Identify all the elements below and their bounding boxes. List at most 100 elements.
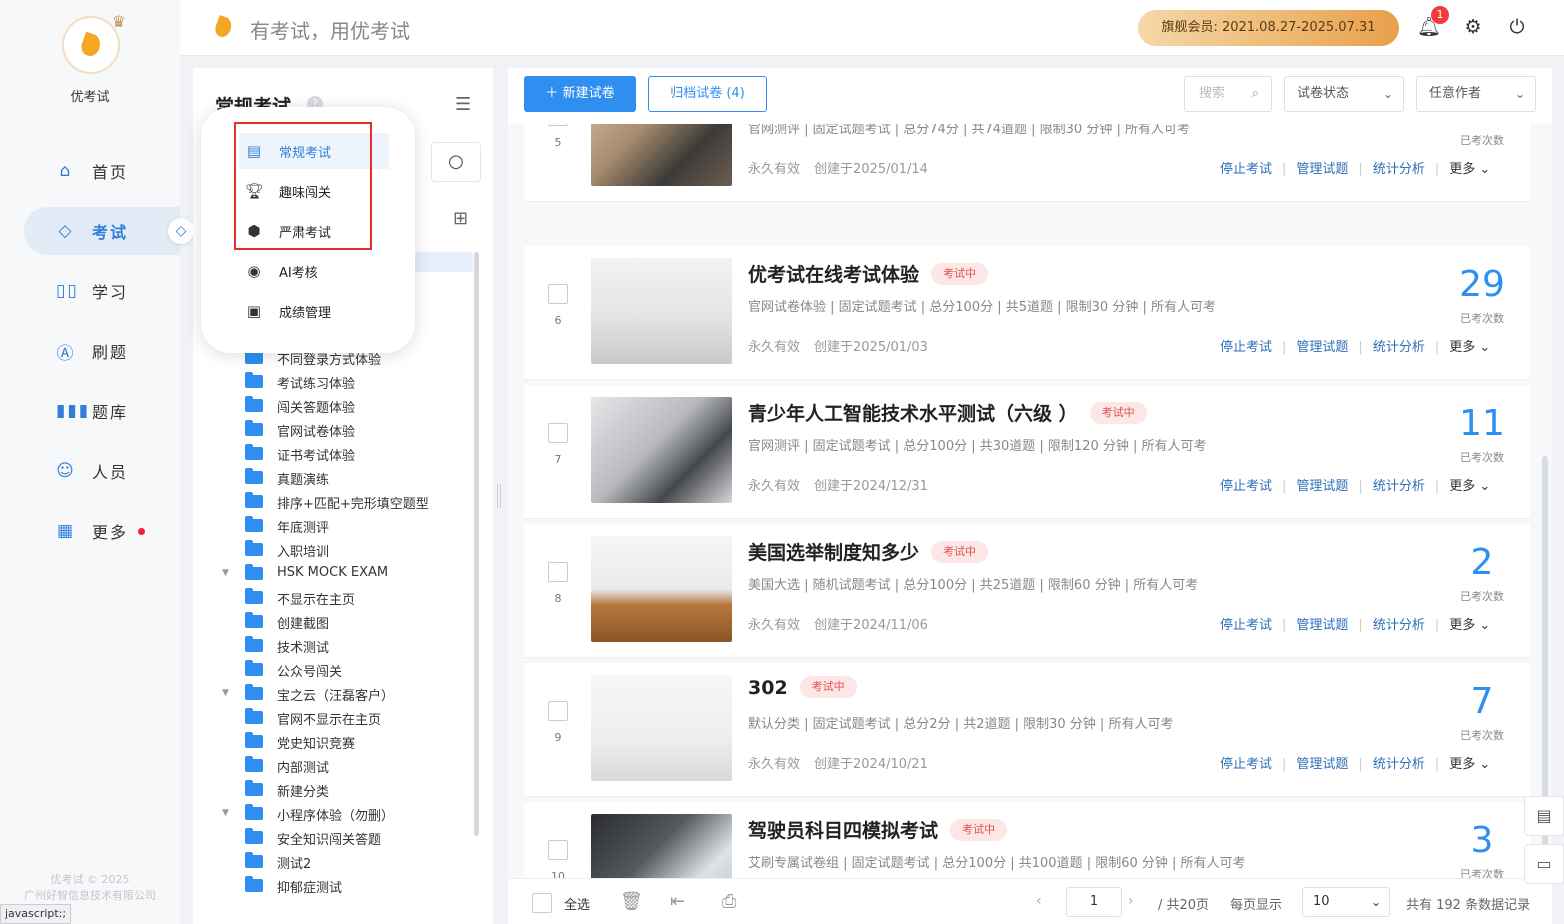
- nav-item-question-bank[interactable]: ▮▮▮ 题库: [24, 387, 180, 435]
- member-badge[interactable]: 旗舰会员: 2021.08.27-2025.07.31: [1138, 10, 1399, 46]
- folder-tree-item[interactable]: 官网不显示在主页: [193, 706, 483, 730]
- archive-icon[interactable]: ⎙: [722, 891, 736, 912]
- folder-tree-item[interactable]: ▼ HSK MOCK EXAM: [193, 562, 483, 586]
- nav-item-users[interactable]: ☺ 人员: [24, 447, 180, 495]
- exam-checkbox[interactable]: [548, 284, 568, 304]
- popup-item-score-management[interactable]: ▣ 成绩管理: [245, 293, 395, 329]
- move-folder-icon[interactable]: ⇤: [670, 891, 685, 912]
- folder-tree-item[interactable]: 安全知识闯关答题: [193, 826, 483, 850]
- manage-questions-link[interactable]: 管理试题: [1296, 479, 1348, 494]
- nav-item-home[interactable]: ⌂ 首页: [24, 147, 180, 195]
- folder-tree-item[interactable]: 闯关答题体验: [193, 394, 483, 418]
- caret-down-icon[interactable]: ▼: [222, 568, 229, 578]
- exam-cover-image[interactable]: [591, 124, 732, 186]
- exam-checkbox[interactable]: [548, 562, 568, 582]
- nav-item-practice[interactable]: Ⓐ 刷题: [24, 327, 180, 375]
- folder-tree-item[interactable]: ▼ 小程序体验（勿删）: [193, 802, 483, 826]
- power-icon[interactable]: ⏻: [1505, 15, 1529, 39]
- folder-tree-item[interactable]: 内部测试: [193, 754, 483, 778]
- select-all-label[interactable]: 全选: [564, 894, 590, 913]
- statistics-link[interactable]: 统计分析: [1373, 479, 1425, 494]
- status-select[interactable]: 试卷状态 ⌄: [1284, 76, 1404, 112]
- trash-icon[interactable]: 🗑︎: [620, 891, 643, 912]
- exam-checkbox[interactable]: [548, 701, 568, 721]
- author-select[interactable]: 任意作者 ⌄: [1416, 76, 1536, 112]
- exam-cover-image[interactable]: [591, 675, 732, 781]
- exam-title[interactable]: 青少年人工智能技术水平测试（六级 ）考试中: [748, 399, 1147, 426]
- statistics-link[interactable]: 统计分析: [1373, 757, 1425, 772]
- new-exam-button[interactable]: ＋ 新建试卷: [524, 76, 636, 112]
- folder-tree-item[interactable]: 抑郁症测试: [193, 874, 483, 898]
- per-page-select[interactable]: 10 ⌄: [1302, 887, 1390, 917]
- manage-questions-link[interactable]: 管理试题: [1296, 162, 1348, 177]
- folder-tree-item[interactable]: 年底测评: [193, 514, 483, 538]
- exam-card[interactable]: 5 官网测评 | 固定试题考试 | 总分74分 | 共74道题 | 限制30 分钟…: [524, 124, 1530, 202]
- exam-checkbox[interactable]: [548, 840, 568, 860]
- exam-card[interactable]: 10 驾驶员科目四模拟考试 考试中 艾刷专属试卷组 | 固定试题考试 | 总分100分…: [524, 802, 1530, 878]
- folder-tree-item[interactable]: 入职培训: [193, 538, 483, 562]
- next-page-icon[interactable]: ›: [1128, 893, 1134, 909]
- exam-card[interactable]: 9 302 考试中 默认分类 | 固定试题考试 | 总分2分 | 共2道题 | 限制3…: [524, 663, 1530, 797]
- exam-title[interactable]: 优考试在线考试体验 考试中: [748, 260, 989, 287]
- exam-title[interactable]: 美国选举制度知多少 考试中: [748, 538, 989, 565]
- exam-card[interactable]: 8 美国选举制度知多少 考试中 美国大选 | 随机试题考试 | 总分100分 | 共2…: [524, 524, 1530, 658]
- folder-tree-item[interactable]: 排序+匹配+完形填空题型: [193, 490, 483, 514]
- exam-card[interactable]: 7 青少年人工智能技术水平测试（六级 ）考试中 官网测评 | 固定试题考试 | 总分…: [524, 385, 1530, 519]
- exam-checkbox[interactable]: [548, 124, 568, 126]
- more-dropdown[interactable]: 更多 ⌄: [1449, 757, 1490, 772]
- more-dropdown[interactable]: 更多 ⌄: [1449, 162, 1490, 177]
- folder-tree-item[interactable]: 创建截图: [193, 610, 483, 634]
- chat-float-icon[interactable]: ▭: [1524, 844, 1564, 884]
- select-all-checkbox[interactable]: [532, 893, 552, 913]
- caret-down-icon[interactable]: ▼: [222, 688, 229, 698]
- exam-card[interactable]: 6 优考试在线考试体验 考试中 官网试卷体验 | 固定试题考试 | 总分100分 | …: [524, 246, 1530, 380]
- exam-cover-image[interactable]: [591, 536, 732, 642]
- statistics-link[interactable]: 统计分析: [1373, 340, 1425, 355]
- manage-questions-link[interactable]: 管理试题: [1296, 618, 1348, 633]
- folder-tree-item[interactable]: 党史知识竞赛: [193, 730, 483, 754]
- app-logo[interactable]: ♛: [62, 12, 126, 74]
- stop-exam-link[interactable]: 停止考试: [1220, 340, 1272, 355]
- more-dropdown[interactable]: 更多 ⌄: [1449, 618, 1490, 633]
- collapse-menu-icon[interactable]: ☰: [455, 94, 471, 115]
- more-dropdown[interactable]: 更多 ⌄: [1449, 479, 1490, 494]
- folder-tree-item[interactable]: 新建分类: [193, 778, 483, 802]
- exam-cover-image[interactable]: [591, 814, 732, 878]
- exam-checkbox[interactable]: [548, 423, 568, 443]
- notes-float-icon[interactable]: ▤: [1524, 796, 1564, 836]
- popup-item-ai-assessment[interactable]: ◉ AI考核: [245, 253, 395, 289]
- folder-tree-item[interactable]: 真题演练: [193, 466, 483, 490]
- folder-tree-item[interactable]: 测试2: [193, 850, 483, 874]
- manage-questions-link[interactable]: 管理试题: [1296, 340, 1348, 355]
- gear-icon[interactable]: ⚙: [1461, 15, 1485, 39]
- stop-exam-link[interactable]: 停止考试: [1220, 618, 1272, 633]
- folder-tree-item[interactable]: ▼ 宝之云（汪磊客户）: [193, 682, 483, 706]
- folder-tree-item[interactable]: 考试练习体验: [193, 370, 483, 394]
- caret-down-icon[interactable]: ▼: [222, 808, 229, 818]
- search-icon[interactable]: ○: [431, 142, 481, 182]
- exam-cover-image[interactable]: [591, 397, 732, 503]
- exam-type-toggle-icon[interactable]: ◇: [168, 218, 194, 244]
- exam-title[interactable]: 302 考试中: [748, 675, 857, 700]
- panel-resize-handle[interactable]: [497, 484, 501, 508]
- folder-tree-item[interactable]: 证书考试体验: [193, 442, 483, 466]
- folder-tree-item[interactable]: 技术测试: [193, 634, 483, 658]
- nav-item-learn[interactable]: ▯▯ 学习: [24, 267, 180, 315]
- folder-tree-item[interactable]: 不显示在主页: [193, 586, 483, 610]
- statistics-link[interactable]: 统计分析: [1373, 162, 1425, 177]
- add-folder-icon[interactable]: ⊞: [453, 208, 468, 229]
- folder-tree-item[interactable]: 官网试卷体验: [193, 418, 483, 442]
- more-dropdown[interactable]: 更多 ⌄: [1449, 340, 1490, 355]
- stop-exam-link[interactable]: 停止考试: [1220, 162, 1272, 177]
- exam-title[interactable]: 驾驶员科目四模拟考试 考试中: [748, 816, 1008, 843]
- folder-tree-item[interactable]: 公众号闯关: [193, 658, 483, 682]
- statistics-link[interactable]: 统计分析: [1373, 618, 1425, 633]
- archived-exams-button[interactable]: 归档试卷 (4): [648, 76, 767, 112]
- stop-exam-link[interactable]: 停止考试: [1220, 479, 1272, 494]
- prev-page-icon[interactable]: ‹: [1036, 893, 1042, 909]
- page-input[interactable]: 1: [1066, 887, 1122, 917]
- nav-item-exam[interactable]: ◇ 考试: [24, 207, 180, 255]
- exam-cover-image[interactable]: [591, 258, 732, 364]
- manage-questions-link[interactable]: 管理试题: [1296, 757, 1348, 772]
- search-input[interactable]: 搜索 ⌕: [1184, 76, 1272, 112]
